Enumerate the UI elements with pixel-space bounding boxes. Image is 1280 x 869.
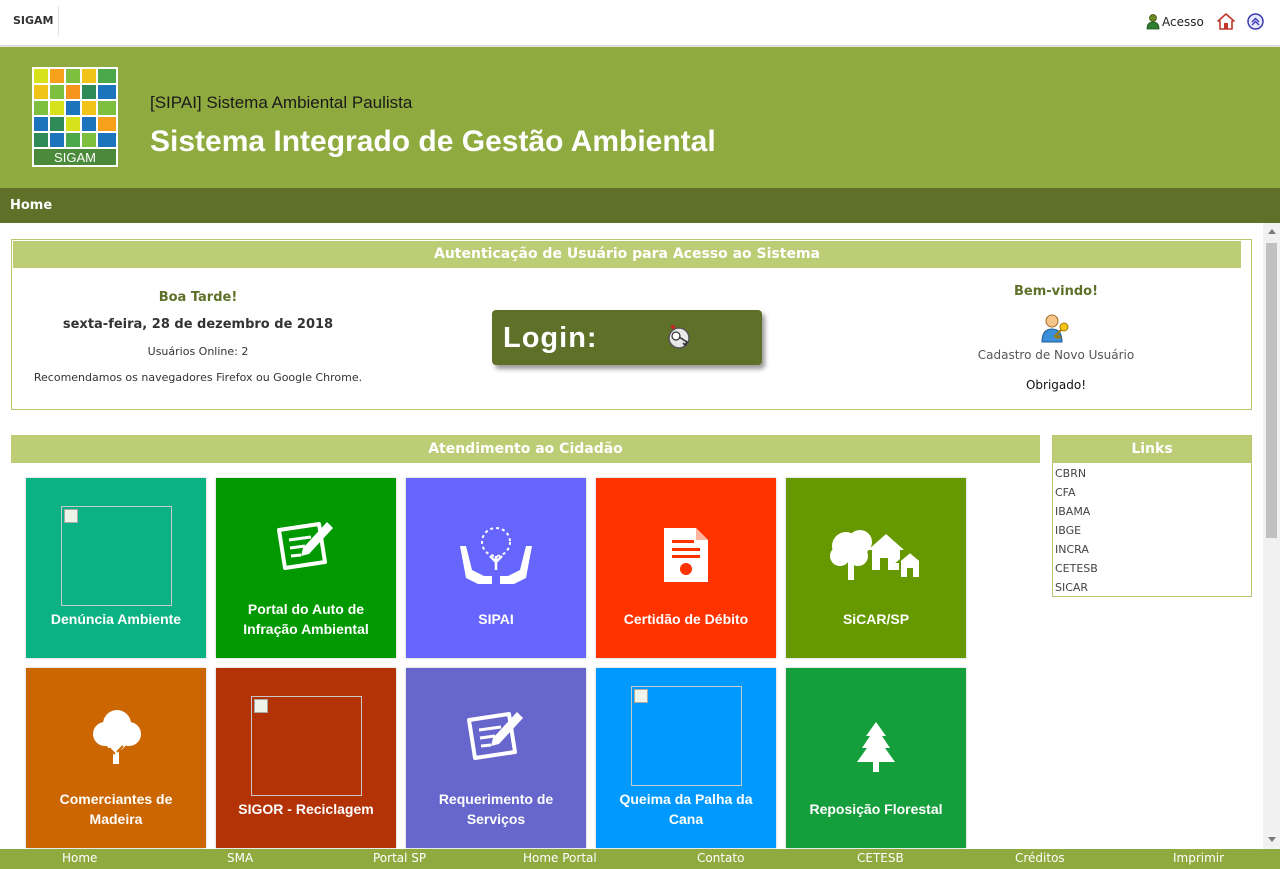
- login-label: Login:: [503, 322, 598, 354]
- broken-image-icon: [61, 506, 172, 606]
- greeting-text: Boa Tarde!: [158, 290, 238, 305]
- form-pen-icon: [467, 712, 523, 760]
- brand-divider: [58, 6, 59, 36]
- rural-property-icon: [830, 530, 924, 580]
- brand-label: SIGAM: [13, 14, 54, 27]
- browser-recommendation: Recomendamos os navegadores Firefox ou G…: [33, 371, 363, 384]
- broken-image-icon: [251, 696, 362, 796]
- tile-label: SiCAR/SP: [842, 611, 910, 627]
- hands-tree-icon: [460, 527, 532, 584]
- tile-label: Comerciantes de Madeira: [59, 791, 173, 827]
- footer-link-sma[interactable]: SMA: [227, 851, 253, 865]
- register-icon-wrap[interactable]: [966, 312, 1146, 350]
- page-title: Sistema Integrado de Gestão Ambiental: [150, 125, 716, 158]
- nav-home-link[interactable]: Home: [10, 198, 52, 213]
- link-item[interactable]: IBAMA: [1055, 504, 1251, 523]
- tile-label: Denúncia Ambiente: [50, 611, 182, 627]
- tile-sipai[interactable]: SIPAI: [406, 478, 586, 658]
- thanks-text: Obrigado!: [1025, 378, 1087, 392]
- tile-label: Portal do Auto de Infração Ambiental: [243, 601, 369, 637]
- tile-sicar-sp[interactable]: SiCAR/SP: [786, 478, 966, 658]
- date-text: sexta-feira, 28 de dezembro de 2018: [62, 317, 334, 332]
- link-item[interactable]: CETESB: [1055, 561, 1251, 580]
- page-scrollbar[interactable]: [1263, 223, 1280, 849]
- tile-label: Reposição Florestal: [809, 801, 943, 817]
- main-content: Autenticação de Usuário para Acesso ao S…: [0, 223, 1263, 849]
- footer-link-contato[interactable]: Contato: [697, 851, 744, 865]
- top-bar: SIGAM Acesso: [0, 0, 1280, 46]
- footer-link-home[interactable]: Home: [62, 851, 97, 865]
- footer-link-imprimir[interactable]: Imprimir: [1173, 851, 1224, 865]
- links-panel: Links CBRN CFA IBAMA IBGE INCRA CETESB S…: [1052, 435, 1252, 597]
- scroll-down-icon[interactable]: [1268, 837, 1276, 842]
- tile-queima-palha-cana[interactable]: Queima da Palha da Cana: [596, 668, 776, 848]
- tile-requerimento-servicos[interactable]: Requerimento de Serviços: [406, 668, 586, 848]
- sigam-logo: SIGAM: [32, 67, 118, 167]
- form-pen-icon: [277, 522, 333, 570]
- tile-portal-auto-infracao[interactable]: Portal do Auto de Infração Ambiental: [216, 478, 396, 658]
- header-subtitle: [SIPAI] Sistema Ambiental Paulista: [150, 93, 413, 112]
- user-icon: [1146, 14, 1160, 30]
- links-list: CBRN CFA IBAMA IBGE INCRA CETESB SICAR: [1053, 463, 1251, 596]
- certificate-icon: [664, 528, 708, 582]
- tile-sigor-reciclagem[interactable]: SIGOR - Reciclagem: [216, 668, 396, 848]
- footer-nav: Home SMA Portal SP Home Portal Contato C…: [0, 849, 1280, 869]
- tile-label: SIGOR - Reciclagem: [238, 801, 374, 817]
- main-nav: Home: [0, 188, 1280, 223]
- login-button[interactable]: Login:: [492, 310, 762, 365]
- footer-link-cetesb[interactable]: CETESB: [857, 851, 904, 865]
- footer-link-portal-sp[interactable]: Portal SP: [373, 851, 426, 865]
- footer-link-home-portal[interactable]: Home Portal: [523, 851, 597, 865]
- logo-text: SIGAM: [54, 150, 96, 165]
- auth-panel: Autenticação de Usuário para Acesso ao S…: [11, 239, 1252, 410]
- tile-certidao-debito[interactable]: Certidão de Débito: [596, 478, 776, 658]
- pine-tree-icon: [857, 722, 895, 772]
- acesso-link[interactable]: Acesso: [1146, 14, 1204, 30]
- tile-denuncia-ambiente[interactable]: Denúncia Ambiente: [26, 478, 206, 658]
- home-icon[interactable]: [1217, 13, 1235, 30]
- register-user-icon: [1041, 314, 1069, 343]
- welcome-text: Bem-vindo!: [1013, 284, 1099, 299]
- scroll-up-icon[interactable]: [1268, 229, 1276, 234]
- tile-label: SIPAI: [478, 611, 514, 627]
- auth-heading: Autenticação de Usuário para Acesso ao S…: [13, 241, 1241, 268]
- register-link[interactable]: Cadastro de Novo Usuário: [966, 348, 1146, 362]
- citizen-heading: Atendimento ao Cidadão: [11, 435, 1040, 463]
- tile-reposicao-florestal[interactable]: Reposição Florestal: [786, 668, 966, 848]
- broken-image-icon: [631, 686, 742, 786]
- tile-comerciantes-madeira[interactable]: Comerciantes de Madeira: [26, 668, 206, 848]
- link-item[interactable]: CFA: [1055, 485, 1251, 504]
- link-item[interactable]: INCRA: [1055, 542, 1251, 561]
- links-heading: Links: [1053, 436, 1251, 463]
- tile-label: Requerimento de Serviços: [438, 791, 554, 827]
- link-item[interactable]: SICAR: [1055, 580, 1251, 596]
- acesso-label: Acesso: [1162, 15, 1204, 29]
- site-header: SIGAM [SIPAI] Sistema Ambiental Paulista…: [0, 47, 1280, 188]
- online-users-text: Usuários Online: 2: [147, 345, 249, 358]
- footer-link-creditos[interactable]: Créditos: [1015, 851, 1065, 865]
- tree-icon: [93, 710, 141, 764]
- link-item[interactable]: IBGE: [1055, 523, 1251, 542]
- tile-label: Certidão de Débito: [623, 611, 749, 627]
- back-to-top-icon[interactable]: [1247, 13, 1264, 30]
- key-icon: [668, 325, 690, 349]
- scrollbar-thumb[interactable]: [1266, 243, 1277, 538]
- link-item[interactable]: CBRN: [1055, 466, 1251, 485]
- tile-label: Queima da Palha da Cana: [619, 791, 753, 827]
